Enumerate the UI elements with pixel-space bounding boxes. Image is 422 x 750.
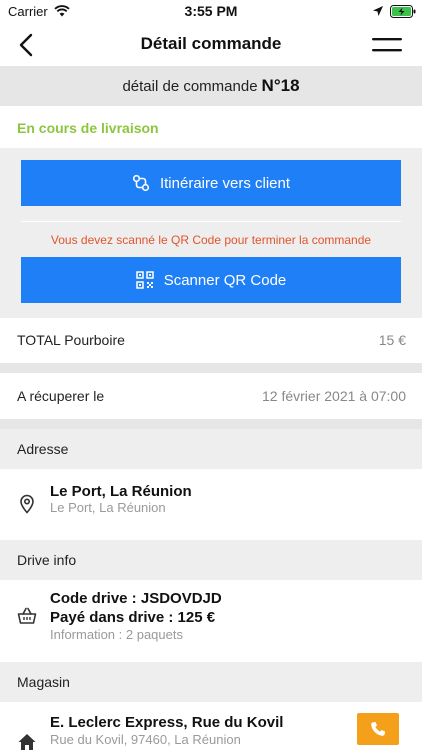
location-pin-icon: [20, 494, 34, 514]
pickup-datetime: 12 février 2021 à 07:00: [262, 388, 406, 404]
scan-warning-text: Vous devez scanné le QR Code pour termin…: [50, 233, 372, 247]
route-to-client-button[interactable]: Itinéraire vers client: [21, 160, 401, 206]
store-address: Rue du Kovil, 97460, La Réunion: [50, 732, 241, 747]
battery-charging-icon: [390, 5, 416, 18]
scan-qr-code-button[interactable]: Scanner QR Code: [21, 257, 401, 303]
tip-value: 15 €: [378, 332, 406, 348]
order-header: détail de commande N°18: [0, 66, 422, 106]
section-separator: [0, 363, 422, 373]
drive-paid-amount: Payé dans drive : 125 €: [50, 609, 216, 626]
delivery-status: En cours de livraison: [17, 120, 159, 136]
qr-code-icon: [135, 271, 154, 289]
address-section-title: Adresse: [17, 441, 69, 457]
status-bar: Carrier 3:55 PM: [0, 0, 422, 24]
route-icon: [132, 174, 150, 192]
home-icon: [18, 734, 36, 750]
divider: [21, 221, 401, 222]
address-title: Le Port, La Réunion: [50, 483, 192, 500]
location-arrow-icon: [373, 6, 383, 16]
action-panel: Itinéraire vers client Vous devez scanné…: [0, 148, 422, 318]
menu-icon[interactable]: [370, 34, 404, 56]
address-section-header: Adresse: [0, 429, 422, 469]
route-button-label: Itinéraire vers client: [159, 174, 291, 192]
drive-section-header: Drive info: [0, 540, 422, 580]
drive-section-title: Drive info: [17, 552, 77, 568]
basket-icon: [17, 607, 37, 624]
order-header-label: détail de commande: [122, 78, 258, 95]
tip-row: TOTAL Pourboire 15 €: [0, 318, 422, 363]
tip-label: TOTAL Pourboire: [17, 332, 125, 348]
drive-code: Code drive : JSDOVDJD: [50, 590, 222, 607]
pickup-row: A récuperer le 12 février 2021 à 07:00: [0, 373, 422, 419]
store-name: E. Leclerc Express, Rue du Kovil: [50, 714, 284, 731]
store-section-title: Magasin: [17, 674, 70, 690]
store-card: E. Leclerc Express, Rue du Kovil Rue du …: [0, 702, 422, 750]
drive-info-card: Code drive : JSDOVDJD Payé dans drive : …: [0, 580, 422, 662]
address-card[interactable]: Le Port, La Réunion Le Port, La Réunion: [0, 469, 422, 540]
call-store-button[interactable]: [357, 713, 399, 745]
page-title: Détail commande: [140, 34, 282, 53]
order-number: N°18: [261, 76, 300, 95]
store-section-header: Magasin: [0, 662, 422, 702]
section-separator: [0, 419, 422, 429]
navigation-bar: Détail commande: [0, 24, 422, 66]
pickup-label: A récuperer le: [17, 388, 105, 404]
address-detail: Le Port, La Réunion: [50, 500, 166, 515]
clock: 3:55 PM: [184, 3, 238, 19]
phone-icon: [371, 722, 385, 736]
scan-button-label: Scanner QR Code: [163, 271, 287, 289]
drive-information: Information : 2 paquets: [50, 627, 183, 642]
